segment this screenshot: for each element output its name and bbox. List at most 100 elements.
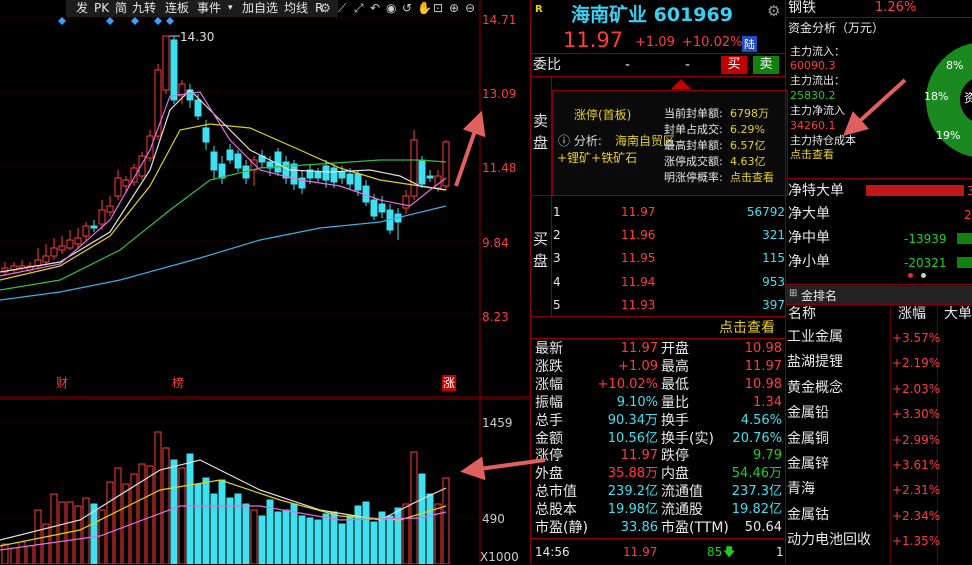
- bid-row[interactable]: 5 11.93 397: [553, 296, 785, 314]
- undo2-icon[interactable]: ↺: [402, 1, 412, 15]
- buy-button[interactable]: 买: [721, 56, 747, 74]
- toolbar-item[interactable]: 事件: [197, 1, 221, 15]
- volume-bar: [106, 481, 114, 564]
- quote-label: 开盘: [661, 341, 689, 357]
- volume-bar: [202, 477, 210, 564]
- bid-volume: 56792: [746, 205, 785, 219]
- col-header[interactable]: 涨幅: [898, 306, 926, 322]
- diagonal-tool-icon[interactable]: ⟋: [338, 1, 346, 16]
- stock-change: +1.09: [635, 35, 675, 50]
- toolbar-item[interactable]: 均线: [284, 1, 308, 15]
- ranking-row[interactable]: 金属铜 +2.99%: [786, 430, 972, 452]
- event-marker[interactable]: 涨: [442, 375, 457, 391]
- capital-donut-chart: 8% 18% 19% 资: [924, 34, 972, 174]
- sell-button[interactable]: 卖: [753, 56, 779, 74]
- toolbar-item[interactable]: 发: [76, 1, 88, 15]
- quote-label: 跌停: [661, 448, 689, 464]
- bid-row[interactable]: 2 11.96 321: [553, 226, 785, 244]
- stat-value: 6.29%: [730, 123, 765, 136]
- toolbar-item[interactable]: 加自选: [242, 1, 278, 15]
- bid-row[interactable]: 3 11.95 115: [553, 249, 785, 267]
- quote-value: 11.97: [620, 448, 658, 463]
- view-probability-link[interactable]: 点击查看: [730, 170, 774, 186]
- col-header[interactable]: 大单: [944, 306, 972, 322]
- donut-label: 19%: [936, 129, 961, 142]
- order-label: 净大单: [788, 206, 830, 222]
- toolbar-item[interactable]: PK: [94, 1, 109, 15]
- ranking-change: +2.19%: [892, 356, 941, 370]
- ranking-row[interactable]: 金属钴 +2.34%: [786, 506, 972, 528]
- plus-icon[interactable]: ⊞: [789, 288, 797, 299]
- quote-label: 外盘: [535, 466, 563, 482]
- volume-bar: [266, 499, 274, 564]
- bid-price: 11.97: [621, 205, 656, 219]
- volume-bar: [146, 465, 154, 564]
- volume-bar: [82, 497, 90, 564]
- toolbar-item[interactable]: 简: [115, 1, 127, 15]
- candle-body: [234, 153, 242, 169]
- lock-icon[interactable]: ⊡: [433, 1, 443, 15]
- toolbar-dropdown-icon[interactable]: ▾: [228, 1, 233, 15]
- volume-bar: [154, 431, 162, 564]
- volume-bar: [186, 453, 194, 564]
- candle-body: [42, 255, 50, 263]
- bid-row[interactable]: 1 11.97 56792: [553, 203, 785, 221]
- quote-label: 流通值: [661, 484, 703, 500]
- toolbar-item[interactable]: 连板: [165, 1, 189, 15]
- kline-svg: [0, 0, 530, 564]
- weibi-diff: -: [685, 57, 691, 73]
- undo-icon[interactable]: ↶: [370, 1, 380, 15]
- ranking-row[interactable]: 黄金概念 +2.03%: [786, 379, 972, 401]
- col-header[interactable]: 名称: [788, 306, 816, 322]
- zoom-out-icon[interactable]: ⊖: [465, 1, 475, 15]
- stat-label: 最高封单额:: [664, 139, 723, 152]
- bid-row[interactable]: 4 11.94 953: [553, 273, 785, 291]
- event-marker[interactable]: 榜: [172, 375, 184, 391]
- volume-bar: [1, 543, 9, 564]
- click-view-link[interactable]: 点击查看: [719, 320, 775, 336]
- ranking-row[interactable]: 金属铅 +3.30%: [786, 404, 972, 426]
- ranking-row[interactable]: 工业金属 +3.57%: [786, 328, 972, 350]
- zoom-in-icon[interactable]: ⊕: [449, 1, 459, 15]
- bid-level: 4: [553, 275, 561, 289]
- view-icon[interactable]: ◉: [386, 1, 396, 15]
- ranking-name: 金属钴: [787, 507, 829, 523]
- candle-body: [114, 177, 122, 197]
- ranking-tab[interactable]: ⊞ 金排名: [786, 286, 972, 304]
- ranking-row[interactable]: 盐湖提锂 +2.19%: [786, 353, 972, 375]
- holding-cost-link[interactable]: 点击查看: [790, 147, 834, 163]
- volume-bar: [338, 523, 346, 564]
- hand-icon[interactable]: ✋: [417, 1, 432, 15]
- kline-chart[interactable]: [0, 0, 530, 564]
- page-dot[interactable]: [921, 273, 926, 278]
- candle-body: [314, 171, 322, 179]
- bid-volume: 321: [762, 228, 785, 242]
- ranking-change: +3.30%: [892, 407, 941, 421]
- ranking-row[interactable]: 金属锌 +3.61%: [786, 455, 972, 477]
- settings-icon[interactable]: ⚙: [320, 1, 331, 15]
- page-dot-active[interactable]: [908, 273, 913, 278]
- tick-price: 11.97: [623, 545, 658, 559]
- event-marker[interactable]: 财: [56, 375, 68, 391]
- ranking-row[interactable]: 青海 +2.31%: [786, 480, 972, 502]
- ranking-row[interactable]: 动力电池回收 +1.35%: [786, 531, 972, 553]
- toolbar-item[interactable]: 九转: [132, 1, 156, 15]
- candle-body: [226, 149, 234, 161]
- volume-bar: [274, 511, 282, 564]
- chart-tools: ⚙ ⟋ ⤢ ↶ ◉ ↺ ✋ ⊡ ⊕ ⊖: [320, 1, 480, 17]
- bid-level: 5: [553, 298, 561, 312]
- expand-icon[interactable]: ⤢: [354, 1, 364, 16]
- ranking-name: 金属锌: [787, 456, 829, 472]
- order-value: -13939: [904, 232, 947, 246]
- sector-name[interactable]: 钢铁: [788, 0, 816, 16]
- candle-body: [202, 127, 210, 143]
- quote-label: 总市值: [535, 484, 577, 500]
- bid-volume: 397: [762, 298, 785, 312]
- candle-body: [58, 245, 66, 251]
- ranking-change: +2.03%: [892, 382, 941, 396]
- settings-icon[interactable]: ⚙: [767, 2, 780, 20]
- volume-bar: [426, 493, 434, 564]
- ranking-name: 盐湖提锂: [787, 354, 843, 370]
- quote-value: 4.56%: [740, 413, 782, 428]
- quote-value: +1.09: [618, 359, 658, 374]
